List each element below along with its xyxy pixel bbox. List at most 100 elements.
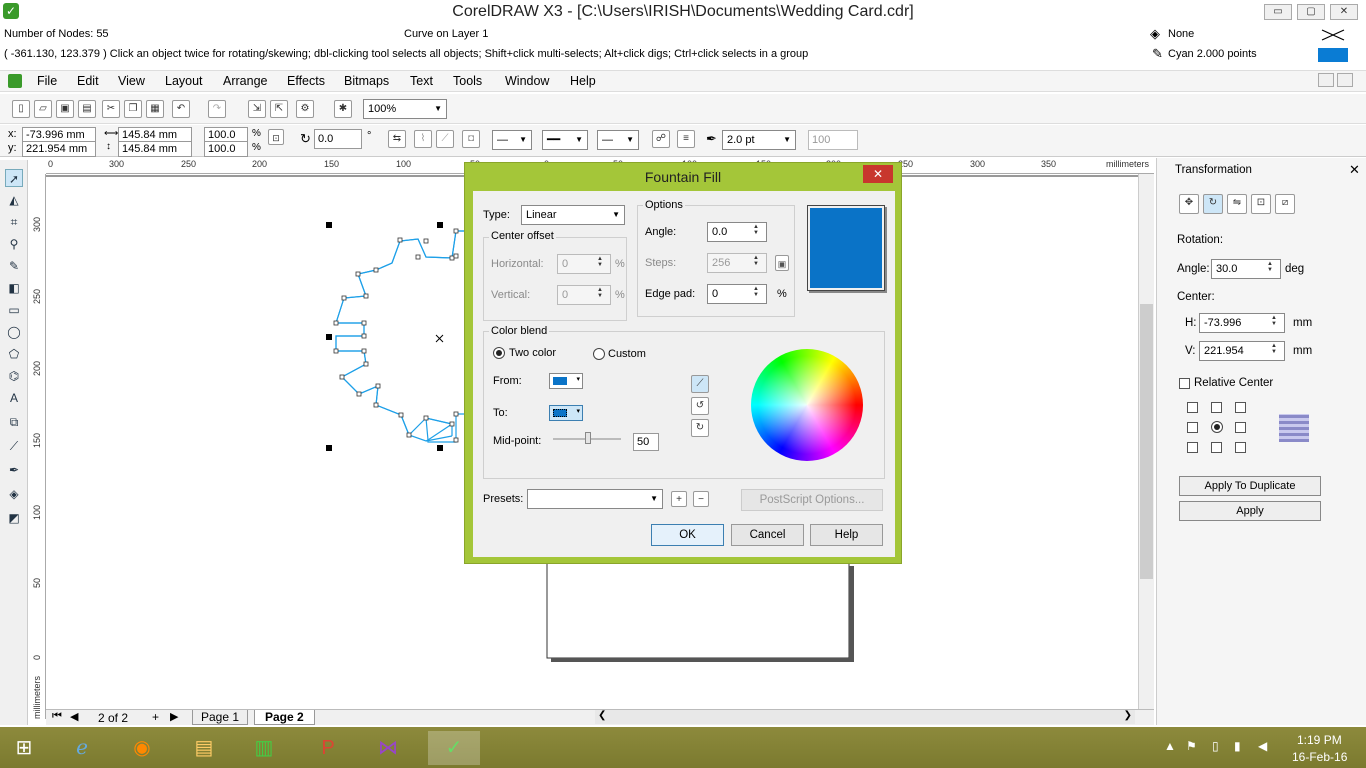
visual-studio-icon[interactable]: ⋈: [368, 731, 408, 765]
from-color-picker[interactable]: ▾: [549, 373, 583, 389]
add-page-icon[interactable]: +: [152, 710, 159, 724]
dialog-close-button[interactable]: ✕: [863, 165, 893, 183]
menu-bitmaps[interactable]: Bitmaps: [344, 74, 389, 88]
custom-radio[interactable]: [593, 348, 605, 360]
restore-button[interactable]: ▢: [1297, 4, 1325, 20]
menu-file[interactable]: File: [37, 74, 57, 88]
menu-edit[interactable]: Edit: [77, 74, 99, 88]
prev-page-icon[interactable]: ◀: [70, 710, 78, 723]
no-fill-swatch[interactable]: [1318, 27, 1348, 43]
new-icon[interactable]: ▯: [12, 100, 30, 118]
fill-tool-icon[interactable]: ◈: [5, 485, 23, 503]
clock-date[interactable]: 16-Feb-16: [1292, 750, 1347, 764]
mirror-icon[interactable]: ⇆: [388, 130, 406, 148]
close-button[interactable]: ✕: [1330, 4, 1358, 20]
outline-width-dropdown[interactable]: 2.0 pt: [722, 130, 796, 150]
height-field[interactable]: 145.84 mm: [118, 141, 192, 157]
doc-restore-button[interactable]: [1337, 73, 1353, 87]
to-color-picker[interactable]: ▾: [549, 405, 583, 421]
redo-icon[interactable]: ↷: [208, 100, 226, 118]
anchor-tr[interactable]: [1235, 402, 1246, 413]
menu-layout[interactable]: Layout: [165, 74, 203, 88]
line-style-dropdown[interactable]: ━━: [542, 130, 588, 150]
outline-color-swatch[interactable]: [1318, 48, 1348, 62]
polygon-tool-icon[interactable]: ⬠: [5, 345, 23, 363]
start-arrow-dropdown[interactable]: —: [492, 130, 532, 150]
midpoint-input[interactable]: 50: [633, 433, 659, 451]
docker-close-icon[interactable]: ✕: [1349, 162, 1360, 178]
pick-tool-icon[interactable]: ➚: [5, 169, 23, 187]
scale-y-field[interactable]: 100.0: [204, 141, 248, 157]
open-icon[interactable]: ▱: [34, 100, 52, 118]
menu-view[interactable]: View: [118, 74, 145, 88]
postscript-options-button[interactable]: PostScript Options...: [741, 489, 883, 511]
page-tab-1[interactable]: Page 1: [192, 710, 249, 725]
scroll-left-icon[interactable]: ❮: [598, 710, 606, 721]
zoom-tool-icon[interactable]: ⚲: [5, 235, 23, 253]
end-arrow-dropdown[interactable]: —: [597, 130, 639, 150]
paste-icon[interactable]: ▦: [146, 100, 164, 118]
smart-fill-icon[interactable]: ◧: [5, 279, 23, 297]
powerpoint-icon[interactable]: P: [308, 731, 348, 765]
page-tab-2[interactable]: Page 2: [254, 710, 315, 725]
undo-icon[interactable]: ↶: [172, 100, 190, 118]
internet-explorer-icon[interactable]: ℯ: [62, 731, 102, 765]
remove-preset-icon[interactable]: −: [693, 491, 709, 507]
scroll-right-icon[interactable]: ❯: [1124, 710, 1132, 721]
center-v-input[interactable]: 221.954: [1199, 341, 1285, 361]
anchor-bl[interactable]: [1187, 442, 1198, 453]
corel-online-icon[interactable]: ✱: [334, 100, 352, 118]
freehand-tool-icon[interactable]: ✎: [5, 257, 23, 275]
rotation-field[interactable]: 0.0: [314, 129, 362, 149]
curve-node-icon[interactable]: ⌇: [414, 130, 432, 148]
menu-tools[interactable]: Tools: [453, 74, 482, 88]
direct-blend-icon[interactable]: ⟋: [691, 375, 709, 393]
eyedropper-icon[interactable]: ⟋: [5, 437, 23, 455]
copy-icon[interactable]: ❐: [124, 100, 142, 118]
crop-tool-icon[interactable]: ⌗: [5, 213, 23, 231]
menu-help[interactable]: Help: [570, 74, 596, 88]
help-button[interactable]: Help: [810, 524, 883, 546]
midpoint-slider-thumb[interactable]: [585, 432, 591, 444]
doc-minimize-button[interactable]: [1318, 73, 1334, 87]
shape-tool-icon[interactable]: ◭: [5, 191, 23, 209]
steps-lock-icon[interactable]: ▣: [775, 255, 789, 271]
menu-effects[interactable]: Effects: [287, 74, 325, 88]
scroll-thumb[interactable]: [1140, 304, 1153, 579]
import-icon[interactable]: ⇲: [248, 100, 266, 118]
vertical-input[interactable]: 0: [557, 285, 611, 305]
menu-arrange[interactable]: Arrange: [223, 74, 267, 88]
close-curve-icon[interactable]: ◘: [462, 130, 480, 148]
menu-window[interactable]: Window: [505, 74, 549, 88]
y-position-field[interactable]: 221.954 mm: [22, 141, 96, 157]
file-explorer-icon[interactable]: ▤: [184, 731, 224, 765]
apply-to-duplicate-button[interactable]: Apply To Duplicate: [1179, 476, 1321, 496]
print-icon[interactable]: ▤: [78, 100, 96, 118]
clock-time[interactable]: 1:19 PM: [1297, 733, 1342, 747]
interactive-fill-icon[interactable]: ◩: [5, 509, 23, 527]
color-wheel[interactable]: [751, 349, 863, 461]
outline-tool-icon[interactable]: ✒: [5, 461, 23, 479]
project-app-icon[interactable]: ▥: [244, 731, 284, 765]
anchor-bc[interactable]: [1211, 442, 1222, 453]
horizontal-input[interactable]: 0: [557, 254, 611, 274]
cut-icon[interactable]: ✂: [102, 100, 120, 118]
zoom-level-dropdown[interactable]: 100%: [363, 99, 447, 119]
save-icon[interactable]: ▣: [56, 100, 74, 118]
clockwise-blend-icon[interactable]: ↻: [691, 419, 709, 437]
disabled-value-field[interactable]: 100: [808, 130, 858, 150]
relative-center-checkbox[interactable]: [1179, 378, 1190, 389]
rotate-icon[interactable]: ↻: [1203, 194, 1223, 214]
vertical-scrollbar[interactable]: [1138, 174, 1154, 709]
coreldraw-task-icon[interactable]: ✓: [428, 731, 480, 765]
first-page-icon[interactable]: ⏮: [52, 710, 62, 723]
ok-button[interactable]: OK: [651, 524, 724, 546]
angle-input[interactable]: 0.0: [707, 222, 767, 242]
line-node-icon[interactable]: ⟋: [436, 130, 454, 148]
size-icon[interactable]: ⊡: [1251, 194, 1271, 214]
ellipse-tool-icon[interactable]: ◯: [5, 323, 23, 341]
minimize-button[interactable]: ▭: [1264, 4, 1292, 20]
rectangle-tool-icon[interactable]: ▭: [5, 301, 23, 319]
anchor-mr[interactable]: [1235, 422, 1246, 433]
lock-ratio-icon[interactable]: ⊡: [268, 129, 284, 145]
